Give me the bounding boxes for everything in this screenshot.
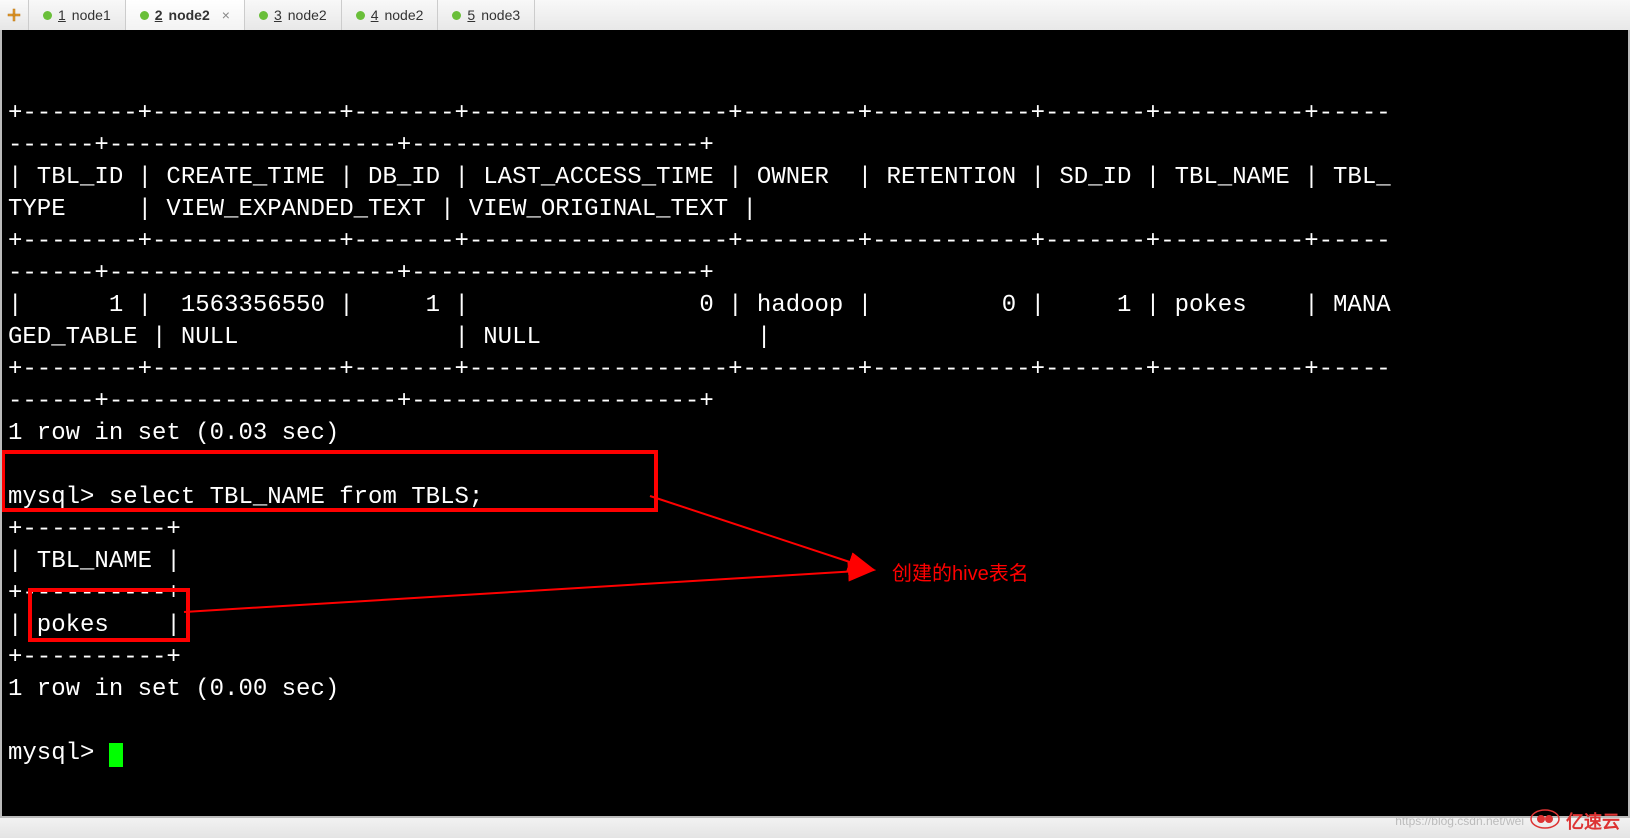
status-dot-icon xyxy=(259,11,268,20)
tab-number: 4 xyxy=(371,7,379,23)
tab-label: node3 xyxy=(481,7,520,23)
tab-number: 1 xyxy=(58,7,66,23)
terminal-line: | 1 | 1563356550 | 1 | 0 | hadoop | 0 | … xyxy=(8,290,1622,322)
terminal-line: 1 row in set (0.00 sec) xyxy=(8,674,1622,706)
terminal-output[interactable]: +--------+-------------+-------+--------… xyxy=(0,30,1630,818)
plus-icon xyxy=(6,7,22,23)
terminal-line xyxy=(8,450,1622,482)
tab-label: node2 xyxy=(169,7,210,23)
watermark-brand: 亿速云 xyxy=(1566,808,1620,834)
tab-label: node1 xyxy=(72,7,111,23)
tab-node2-2[interactable]: 2 node2 × xyxy=(126,0,245,30)
terminal-line: | TBL_NAME | xyxy=(8,546,1622,578)
terminal-line: mysql> select TBL_NAME from TBLS; xyxy=(8,482,1622,514)
terminal-line: TYPE | VIEW_EXPANDED_TEXT | VIEW_ORIGINA… xyxy=(8,194,1622,226)
terminal-line: | TBL_ID | CREATE_TIME | DB_ID | LAST_AC… xyxy=(8,162,1622,194)
terminal-line: +----------+ xyxy=(8,514,1622,546)
tab-label: node2 xyxy=(384,7,423,23)
terminal-line xyxy=(8,706,1622,738)
terminal-line: +----------+ xyxy=(8,642,1622,674)
tab-node2-3[interactable]: 3 node2 xyxy=(245,0,342,30)
terminal-line: GED_TABLE | NULL | NULL | xyxy=(8,322,1622,354)
terminal-line: +--------+-------------+-------+--------… xyxy=(8,98,1622,130)
terminal-line: mysql> xyxy=(8,738,1622,770)
terminal-line: 1 row in set (0.03 sec) xyxy=(8,418,1622,450)
tab-number: 5 xyxy=(467,7,475,23)
watermark-logo-icon xyxy=(1530,809,1560,834)
add-tab-button[interactable] xyxy=(0,0,29,30)
tab-node3-5[interactable]: 5 node3 xyxy=(438,0,535,30)
annotation-label: 创建的hive表名 xyxy=(892,558,1029,590)
terminal-line: +--------+-------------+-------+--------… xyxy=(8,226,1622,258)
tab-node1-1[interactable]: 1 node1 xyxy=(29,0,126,30)
terminal-line: +----------+ xyxy=(8,578,1622,610)
terminal-line: +--------+-------------+-------+--------… xyxy=(8,354,1622,386)
terminal-line: | pokes | xyxy=(8,610,1622,642)
tab-number: 3 xyxy=(274,7,282,23)
terminal-line: ------+--------------------+------------… xyxy=(8,258,1622,290)
terminal-line: ------+--------------------+------------… xyxy=(8,386,1622,418)
tab-bar: 1 node12 node2×3 node24 node25 node3 xyxy=(0,0,1630,31)
watermark-url: https://blog.csdn.net/wei xyxy=(1395,814,1524,828)
terminal-line: ------+--------------------+------------… xyxy=(8,130,1622,162)
tab-node2-4[interactable]: 4 node2 xyxy=(342,0,439,30)
close-icon[interactable]: × xyxy=(222,7,230,23)
status-dot-icon xyxy=(43,11,52,20)
tab-number: 2 xyxy=(155,7,163,23)
status-dot-icon xyxy=(140,11,149,20)
status-dot-icon xyxy=(452,11,461,20)
cursor xyxy=(109,743,123,767)
status-dot-icon xyxy=(356,11,365,20)
tab-label: node2 xyxy=(288,7,327,23)
watermark: https://blog.csdn.net/wei 亿速云 xyxy=(1395,808,1620,834)
status-bar xyxy=(0,817,1630,838)
